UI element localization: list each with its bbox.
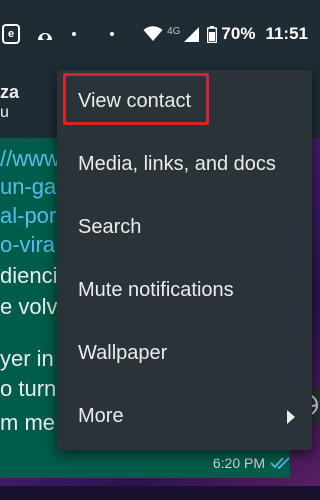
input-bar-edge	[0, 486, 320, 500]
network-type-label: 4G	[167, 25, 181, 37]
message-text-line: o turn	[0, 376, 57, 401]
message-link-line[interactable]: o-vira	[0, 232, 55, 258]
menu-item-label: Search	[78, 216, 142, 238]
menu-item-label: Mute notifications	[78, 279, 234, 301]
message-link-line[interactable]: un-gat	[0, 174, 62, 200]
menu-item-label: View contact	[78, 90, 192, 112]
arc-icon	[38, 33, 52, 40]
wifi-icon	[143, 26, 163, 41]
battery-icon	[207, 25, 218, 43]
dot-icon	[72, 32, 76, 36]
menu-item-mute-notifications[interactable]: Mute notifications	[57, 259, 312, 322]
clock: 11:51	[265, 24, 308, 43]
menu-item-search[interactable]: Search	[57, 196, 312, 259]
message-link-line[interactable]: //www	[0, 146, 60, 172]
signal-icon	[184, 26, 200, 42]
menu-item-more[interactable]: More	[57, 385, 312, 448]
contact-subtitle: u	[0, 104, 9, 121]
dot-icon	[110, 32, 114, 36]
status-bar: e 4G 70% 11:51	[0, 0, 320, 68]
menu-item-label: Media, links, and docs	[78, 153, 276, 175]
menu-item-wallpaper[interactable]: Wallpaper	[57, 322, 312, 385]
message-text-line: dienci	[0, 263, 58, 288]
e-icon: e	[2, 24, 20, 44]
menu-item-label: More	[78, 405, 124, 427]
submenu-arrow-icon	[287, 409, 295, 424]
message-text-line: e volv	[0, 294, 58, 319]
double-check-icon	[270, 457, 290, 469]
overflow-menu: View contact Media, links, and docs Sear…	[57, 70, 312, 450]
message-time: 6:20 PM	[212, 455, 265, 471]
message-link-line[interactable]: al-por	[0, 203, 56, 229]
menu-item-view-contact[interactable]: View contact	[57, 70, 312, 133]
message-text-line: m me	[0, 410, 55, 435]
battery-percent: 70%	[221, 24, 256, 43]
contact-name[interactable]: za	[0, 82, 19, 103]
menu-item-label: Wallpaper	[78, 342, 168, 364]
message-meta: 6:20 PM	[213, 455, 292, 471]
menu-item-media-links-docs[interactable]: Media, links, and docs	[57, 133, 312, 196]
message-text-line: yer in	[0, 346, 54, 371]
